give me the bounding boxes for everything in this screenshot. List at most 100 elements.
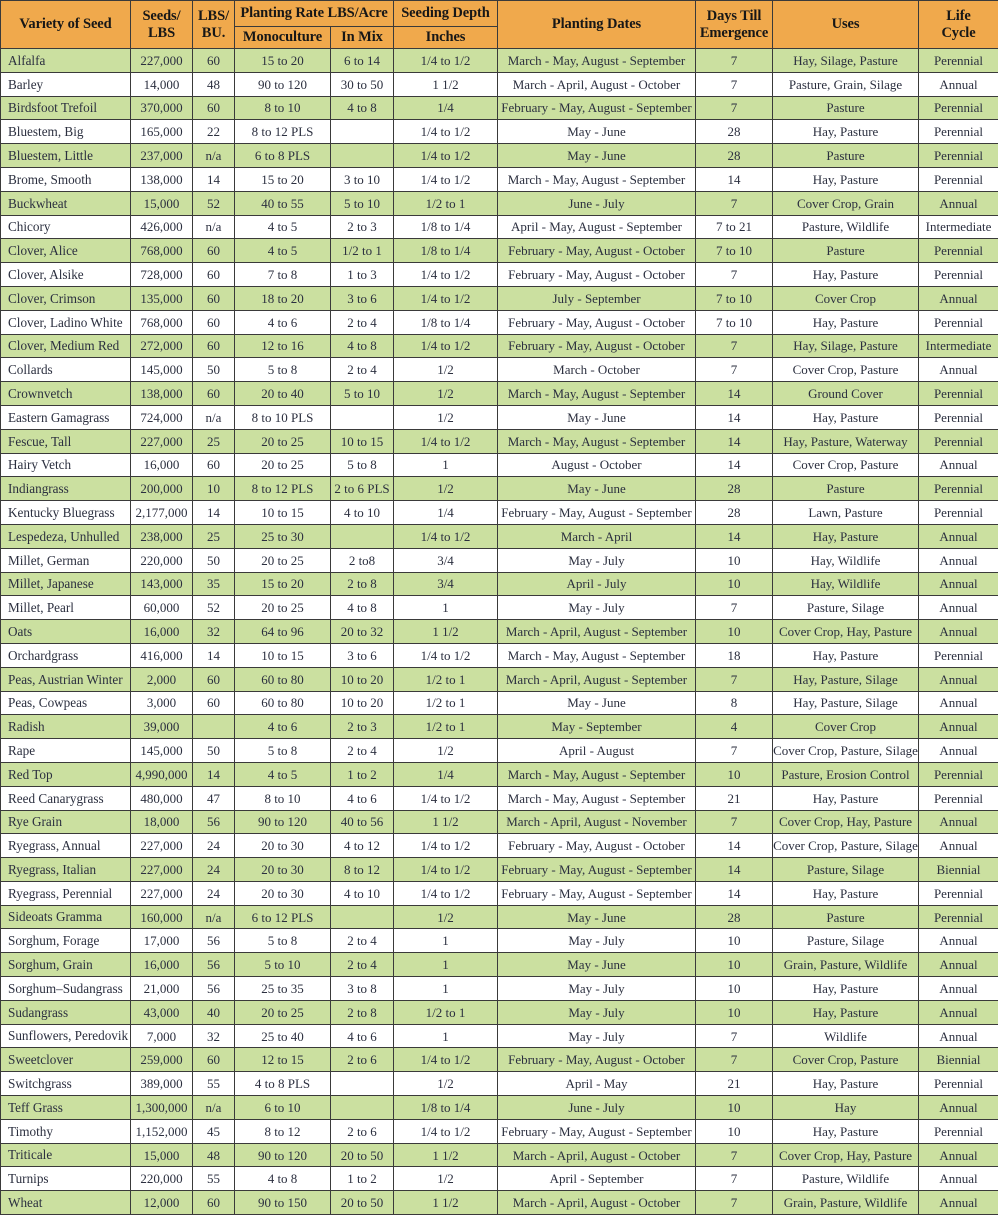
cell-monoculture: 18 to 20 xyxy=(235,286,331,310)
cell-inches: 1/4 to 1/2 xyxy=(394,834,498,858)
cell-inches: 1/2 xyxy=(394,739,498,763)
cell-planting-dates: February - May, August - September xyxy=(498,1119,696,1143)
cell-inches: 1 1/2 xyxy=(394,620,498,644)
cell-monoculture: 4 to 6 xyxy=(235,715,331,739)
cell-inches: 1/2 xyxy=(394,358,498,382)
cell-monoculture: 8 to 10 xyxy=(235,96,331,120)
cell-life-cycle: Perennial xyxy=(919,49,998,73)
cell-in-mix xyxy=(331,1096,394,1120)
cell-lbs-per-bu: 25 xyxy=(193,524,235,548)
column-header-lbs-per-bu: LBS/ BU. xyxy=(193,1,235,49)
cell-monoculture: 8 to 10 xyxy=(235,786,331,810)
cell-life-cycle: Annual xyxy=(919,1096,998,1120)
cell-in-mix: 20 to 50 xyxy=(331,1191,394,1215)
cell-uses: Pasture, Wildlife xyxy=(773,1167,919,1191)
cell-uses: Hay, Pasture, Silage xyxy=(773,691,919,715)
cell-variety-of-seed: Peas, Cowpeas xyxy=(1,691,131,715)
cell-monoculture: 40 to 55 xyxy=(235,191,331,215)
cell-variety-of-seed: Oats xyxy=(1,620,131,644)
cell-in-mix xyxy=(331,524,394,548)
cell-life-cycle: Annual xyxy=(919,72,998,96)
cell-lbs-per-bu xyxy=(193,715,235,739)
cell-in-mix: 2 to 3 xyxy=(331,215,394,239)
cell-uses: Cover Crop, Hay, Pasture xyxy=(773,810,919,834)
cell-seeds-per-lbs: 160,000 xyxy=(131,905,193,929)
cell-inches: 1/4 to 1/2 xyxy=(394,1048,498,1072)
cell-life-cycle: Perennial xyxy=(919,905,998,929)
cell-lbs-per-bu: n/a xyxy=(193,405,235,429)
cell-days-till-emergence: 4 xyxy=(696,715,773,739)
cell-planting-dates: March - April, August - September xyxy=(498,620,696,644)
cell-days-till-emergence: 14 xyxy=(696,881,773,905)
cell-planting-dates: February - May, August - October xyxy=(498,263,696,287)
cell-in-mix: 10 to 20 xyxy=(331,691,394,715)
cell-life-cycle: Perennial xyxy=(919,786,998,810)
cell-seeds-per-lbs: 220,000 xyxy=(131,548,193,572)
cell-life-cycle: Annual xyxy=(919,524,998,548)
table-row: Triticale15,0004890 to 12020 to 501 1/2M… xyxy=(1,1143,998,1167)
cell-life-cycle: Perennial xyxy=(919,382,998,406)
cell-planting-dates: July - September xyxy=(498,286,696,310)
cell-seeds-per-lbs: 16,000 xyxy=(131,453,193,477)
cell-inches: 1/8 to 1/4 xyxy=(394,310,498,334)
cell-days-till-emergence: 7 xyxy=(696,739,773,763)
cell-planting-dates: February - May, August - October xyxy=(498,1048,696,1072)
cell-monoculture: 6 to 10 xyxy=(235,1096,331,1120)
cell-monoculture: 5 to 8 xyxy=(235,358,331,382)
days-till-emergence-line1: Days Till xyxy=(698,8,770,24)
cell-variety-of-seed: Brome, Smooth xyxy=(1,167,131,191)
cell-in-mix: 10 to 20 xyxy=(331,667,394,691)
cell-seeds-per-lbs: 135,000 xyxy=(131,286,193,310)
cell-in-mix: 30 to 50 xyxy=(331,72,394,96)
cell-lbs-per-bu: 60 xyxy=(193,49,235,73)
cell-uses: Grain, Pasture, Wildlife xyxy=(773,1191,919,1215)
table-row: Ryegrass, Italian227,0002420 to 308 to 1… xyxy=(1,858,998,882)
cell-planting-dates: March - April, August - October xyxy=(498,1143,696,1167)
cell-lbs-per-bu: n/a xyxy=(193,144,235,168)
cell-planting-dates: February - May, August - October xyxy=(498,334,696,358)
cell-planting-dates: February - May, August - September xyxy=(498,96,696,120)
cell-variety-of-seed: Radish xyxy=(1,715,131,739)
cell-in-mix xyxy=(331,1072,394,1096)
cell-planting-dates: May - June xyxy=(498,120,696,144)
cell-days-till-emergence: 18 xyxy=(696,643,773,667)
cell-life-cycle: Intermediate xyxy=(919,215,998,239)
cell-seeds-per-lbs: 227,000 xyxy=(131,49,193,73)
cell-lbs-per-bu: 60 xyxy=(193,263,235,287)
cell-life-cycle: Annual xyxy=(919,358,998,382)
cell-life-cycle: Perennial xyxy=(919,144,998,168)
cell-inches: 3/4 xyxy=(394,548,498,572)
cell-seeds-per-lbs: 16,000 xyxy=(131,620,193,644)
cell-uses: Hay, Pasture xyxy=(773,263,919,287)
cell-seeds-per-lbs: 145,000 xyxy=(131,358,193,382)
cell-life-cycle: Biennial xyxy=(919,858,998,882)
table-row: Alfalfa227,0006015 to 206 to 141/4 to 1/… xyxy=(1,49,998,73)
cell-variety-of-seed: Barley xyxy=(1,72,131,96)
cell-inches: 1/4 to 1/2 xyxy=(394,263,498,287)
cell-seeds-per-lbs: 728,000 xyxy=(131,263,193,287)
cell-uses: Cover Crop xyxy=(773,286,919,310)
cell-lbs-per-bu: 45 xyxy=(193,1119,235,1143)
cell-life-cycle: Annual xyxy=(919,453,998,477)
cell-variety-of-seed: Sorghum, Forage xyxy=(1,929,131,953)
cell-lbs-per-bu: 48 xyxy=(193,72,235,96)
table-row: Wheat12,0006090 to 15020 to 501 1/2March… xyxy=(1,1191,998,1215)
cell-days-till-emergence: 7 xyxy=(696,72,773,96)
table-row: Sweetclover259,0006012 to 152 to 61/4 to… xyxy=(1,1048,998,1072)
cell-life-cycle: Annual xyxy=(919,548,998,572)
cell-uses: Cover Crop, Pasture xyxy=(773,1048,919,1072)
cell-in-mix: 5 to 10 xyxy=(331,191,394,215)
cell-monoculture: 12 to 16 xyxy=(235,334,331,358)
cell-lbs-per-bu: 47 xyxy=(193,786,235,810)
cell-seeds-per-lbs: 272,000 xyxy=(131,334,193,358)
cell-lbs-per-bu: 56 xyxy=(193,929,235,953)
cell-life-cycle: Annual xyxy=(919,1000,998,1024)
cell-planting-dates: June - July xyxy=(498,1096,696,1120)
cell-uses: Cover Crop, Hay, Pasture xyxy=(773,1143,919,1167)
cell-variety-of-seed: Clover, Alice xyxy=(1,239,131,263)
cell-seeds-per-lbs: 145,000 xyxy=(131,739,193,763)
cell-seeds-per-lbs: 227,000 xyxy=(131,834,193,858)
cell-life-cycle: Annual xyxy=(919,620,998,644)
cell-uses: Hay, Pasture xyxy=(773,1072,919,1096)
cell-lbs-per-bu: 60 xyxy=(193,691,235,715)
